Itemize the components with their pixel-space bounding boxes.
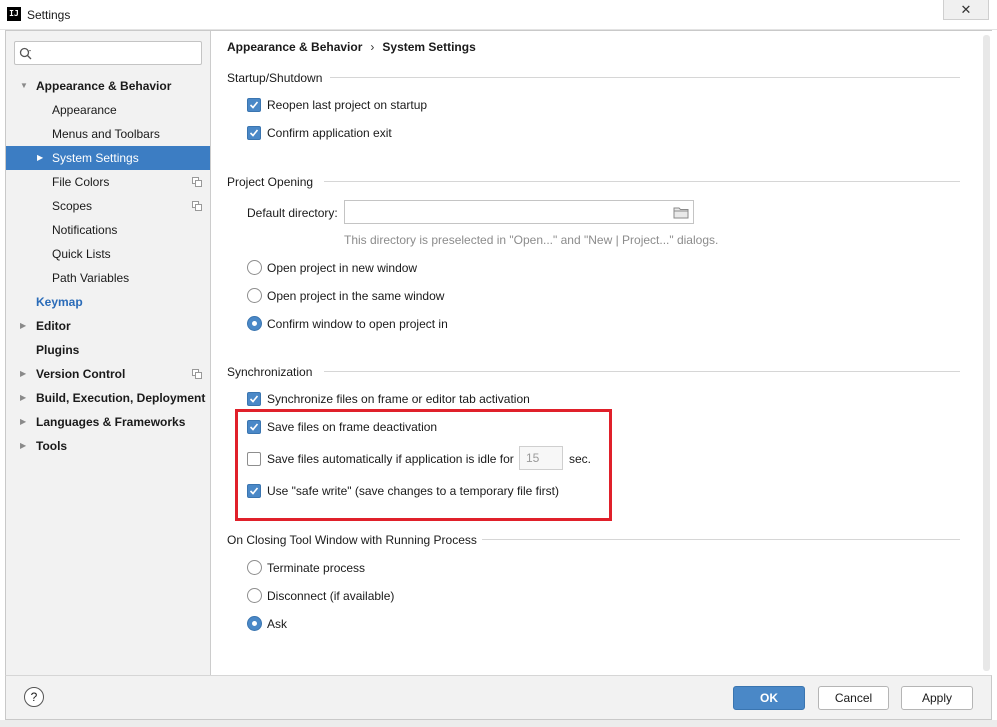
sidebar-item-label: Editor: [36, 319, 71, 333]
sidebar-item-tools[interactable]: ▶ Tools: [6, 434, 210, 458]
sidebar-item-label: Keymap: [36, 295, 83, 309]
open-new-window-radio[interactable]: [247, 260, 262, 275]
settings-body: ▼ Appearance & Behavior Appearance Menus…: [5, 30, 992, 675]
sidebar-item-plugins[interactable]: Plugins: [6, 338, 210, 362]
section-title-project-opening: Project Opening: [227, 175, 314, 189]
apply-button[interactable]: Apply: [901, 686, 973, 710]
project-scope-icon: [192, 369, 202, 379]
section-divider: [324, 181, 960, 182]
section-title-startup: Startup/Shutdown: [227, 71, 323, 85]
breadcrumb: Appearance & Behavior › System Settings: [227, 40, 476, 54]
project-scope-icon: [192, 177, 202, 187]
confirm-exit-checkbox[interactable]: [247, 126, 261, 140]
sync-files-checkbox[interactable]: [247, 392, 261, 406]
default-directory-field[interactable]: [344, 200, 694, 224]
sidebar-item-label: Tools: [36, 439, 68, 453]
terminate-process-label: Terminate process: [267, 561, 366, 575]
sidebar-item-label: Notifications: [52, 223, 118, 237]
sidebar-item-scopes[interactable]: Scopes: [6, 194, 210, 218]
window-title: Settings: [27, 8, 71, 22]
sidebar-item-label: Menus and Toolbars: [52, 127, 160, 141]
open-new-window-label: Open project in new window: [267, 261, 418, 275]
window-bottom-edge: [0, 720, 997, 727]
sidebar-item-editor[interactable]: ▶ Editor: [6, 314, 210, 338]
search-icon: [19, 47, 32, 60]
default-directory-hint: This directory is preselected in "Open..…: [344, 233, 719, 247]
sync-files-label: Synchronize files on frame or editor tab…: [267, 392, 530, 406]
chevron-right-icon[interactable]: ▶: [20, 362, 30, 386]
sidebar-item-label: Version Control: [36, 367, 126, 381]
section-divider: [482, 539, 960, 540]
sidebar-item-label: Languages & Frameworks: [36, 415, 186, 429]
sidebar-item-menus-toolbars[interactable]: Menus and Toolbars: [6, 122, 210, 146]
sidebar-item-appearance[interactable]: Appearance: [6, 98, 210, 122]
chevron-down-icon[interactable]: ▼: [20, 74, 30, 98]
dialog-footer: ? OK Cancel Apply: [5, 675, 992, 720]
help-button[interactable]: ?: [24, 687, 44, 707]
ask-label: Ask: [267, 617, 288, 631]
sidebar-item-version-control[interactable]: ▶ Version Control: [6, 362, 210, 386]
sidebar-item-build-execution-deployment[interactable]: ▶ Build, Execution, Deployment: [6, 386, 210, 410]
app-icon: IJ: [7, 7, 21, 21]
sidebar-item-label: Build, Execution, Deployment: [36, 391, 206, 405]
project-scope-icon: [192, 201, 202, 211]
sidebar: ▼ Appearance & Behavior Appearance Menus…: [6, 31, 211, 675]
sidebar-item-languages-frameworks[interactable]: ▶ Languages & Frameworks: [6, 410, 210, 434]
sidebar-item-label: Plugins: [36, 343, 80, 357]
search-input[interactable]: [14, 41, 202, 65]
ok-button[interactable]: OK: [733, 686, 805, 710]
folder-icon[interactable]: [673, 206, 689, 219]
sidebar-item-label: File Colors: [52, 175, 110, 189]
sidebar-item-label: Appearance & Behavior: [36, 79, 172, 93]
disconnect-label: Disconnect (if available): [267, 589, 395, 603]
chevron-right-icon[interactable]: ▶: [20, 434, 30, 458]
title-bar: IJ Settings ✕: [0, 0, 997, 30]
default-directory-label: Default directory:: [247, 206, 338, 220]
cancel-button[interactable]: Cancel: [818, 686, 889, 710]
confirm-window-label: Confirm window to open project in: [267, 317, 448, 331]
check-icon: [249, 101, 259, 109]
terminate-process-radio[interactable]: [247, 560, 262, 575]
section-title-closing: On Closing Tool Window with Running Proc…: [227, 533, 477, 547]
sidebar-item-label: Path Variables: [52, 271, 130, 285]
sidebar-item-notifications[interactable]: Notifications: [6, 218, 210, 242]
vertical-scrollbar[interactable]: [983, 35, 990, 671]
disconnect-radio[interactable]: [247, 588, 262, 603]
sidebar-item-label: Quick Lists: [52, 247, 111, 261]
section-title-synchronization: Synchronization: [227, 365, 313, 379]
settings-content: Appearance & Behavior › System Settings St…: [212, 31, 992, 675]
ask-radio[interactable]: [247, 616, 262, 631]
sidebar-item-quick-lists[interactable]: Quick Lists: [6, 242, 210, 266]
highlight-annotation: [235, 409, 612, 521]
section-divider: [330, 77, 960, 78]
chevron-right-icon[interactable]: ▶: [37, 146, 47, 170]
sidebar-item-label: Scopes: [52, 199, 93, 213]
check-icon: [249, 129, 259, 137]
sidebar-item-path-variables[interactable]: Path Variables: [6, 266, 210, 290]
chevron-right-icon[interactable]: ▶: [20, 410, 30, 434]
sidebar-item-file-colors[interactable]: File Colors: [6, 170, 210, 194]
sidebar-item-label: Appearance: [52, 103, 117, 117]
sidebar-item-keymap[interactable]: Keymap: [6, 290, 210, 314]
breadcrumb-separator: ›: [370, 40, 375, 54]
sidebar-item-system-settings[interactable]: ▶ System Settings: [6, 146, 210, 170]
sidebar-item-label: System Settings: [52, 151, 139, 165]
open-same-window-label: Open project in the same window: [267, 289, 445, 303]
reopen-project-label: Reopen last project on startup: [267, 98, 428, 112]
check-icon: [249, 395, 259, 403]
close-button[interactable]: ✕: [943, 0, 989, 20]
sidebar-item-appearance-behavior[interactable]: ▼ Appearance & Behavior: [6, 74, 210, 98]
reopen-project-checkbox[interactable]: [247, 98, 261, 112]
chevron-right-icon[interactable]: ▶: [20, 314, 30, 338]
confirm-exit-label: Confirm application exit: [267, 126, 392, 140]
open-same-window-radio[interactable]: [247, 288, 262, 303]
section-divider: [324, 371, 960, 372]
confirm-window-radio[interactable]: [247, 316, 262, 331]
breadcrumb-current: System Settings: [382, 40, 476, 54]
breadcrumb-parent[interactable]: Appearance & Behavior: [227, 40, 362, 54]
chevron-right-icon[interactable]: ▶: [20, 386, 30, 410]
